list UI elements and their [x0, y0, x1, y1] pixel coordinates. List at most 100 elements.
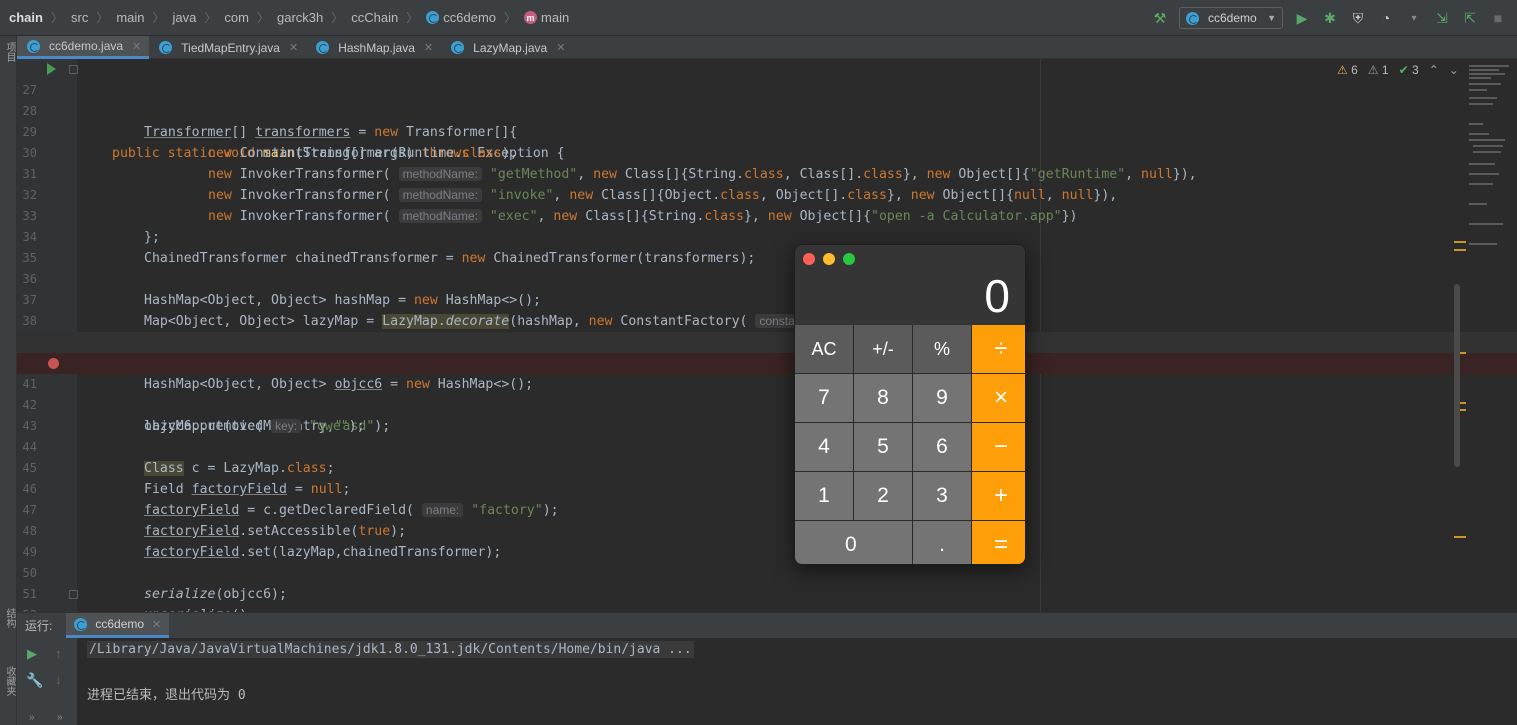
key-divide[interactable]: ÷ — [972, 325, 1025, 373]
code-line[interactable]: 35 — [17, 227, 1517, 265]
breadcrumb-java[interactable]: java — [173, 10, 197, 25]
tab-cc6demo[interactable]: cc6demo.java ✕ — [17, 36, 150, 59]
stop-icon[interactable]: ■ — [1489, 9, 1507, 27]
code-line[interactable]: 27 public static void main(String[] args… — [17, 59, 1517, 161]
close-icon[interactable]: ✕ — [556, 41, 565, 54]
breadcrumb-src[interactable]: src — [71, 10, 88, 25]
zoom-window-button[interactable] — [843, 253, 855, 265]
wrench-icon[interactable]: 🔧 — [26, 672, 43, 689]
key-multiply[interactable]: × — [972, 374, 1025, 422]
attach-debugger-icon[interactable]: ⇲ — [1433, 9, 1451, 27]
breakpoint-icon[interactable] — [48, 358, 59, 369]
key-7[interactable]: 7 — [795, 374, 853, 422]
tab-hashmap[interactable]: HashMap.java ✕ — [306, 36, 441, 59]
warning-stripe-marker[interactable] — [1454, 536, 1466, 538]
build-hammer-icon[interactable]: ⚒ — [1151, 9, 1169, 27]
key-clear[interactable]: AC — [795, 325, 853, 373]
fold-icon[interactable] — [69, 65, 78, 74]
editor-scrollbar[interactable] — [1454, 284, 1460, 467]
close-icon[interactable]: ✕ — [289, 41, 298, 54]
run-command-line[interactable]: /Library/Java/JavaVirtualMachines/jdk1.8… — [87, 641, 694, 658]
code-line[interactable]: 42 lazyMap.remove( key: "qwe"); — [17, 374, 1517, 434]
minimize-window-button[interactable] — [823, 253, 835, 265]
profile-icon[interactable]: ◔ — [1377, 9, 1395, 27]
code-line[interactable]: 29 new ConstantTransformer(Runtime.class… — [17, 101, 1517, 161]
code-line[interactable]: 33 }; — [17, 185, 1517, 245]
tab-tiedmapentry[interactable]: TiedMapEntry.java ✕ — [149, 36, 306, 59]
key-8[interactable]: 8 — [854, 374, 912, 422]
close-icon[interactable]: ✕ — [424, 41, 433, 54]
more-run-options-icon[interactable]: ▾ — [1405, 9, 1423, 27]
key-negate[interactable]: +/- — [854, 325, 912, 373]
code-line[interactable]: 49 — [17, 521, 1517, 559]
warnings-count[interactable]: ⚠ 6 — [1337, 63, 1358, 77]
key-1[interactable]: 1 — [795, 472, 853, 520]
close-window-button[interactable] — [803, 253, 815, 265]
code-minimap[interactable] — [1465, 63, 1517, 323]
key-0[interactable]: 0 — [795, 521, 912, 564]
key-4[interactable]: 4 — [795, 423, 853, 471]
code-line[interactable]: 36 HashMap<Object, Object> hashMap = new… — [17, 248, 1517, 308]
code-line[interactable]: 34 ChainedTransformer chainedTransformer… — [17, 206, 1517, 266]
scroll-down-icon[interactable]: ↓ — [55, 672, 62, 687]
key-5[interactable]: 5 — [854, 423, 912, 471]
project-tool-window-label[interactable]: 项目 — [2, 42, 17, 62]
update-app-icon[interactable]: ⇱ — [1461, 9, 1479, 27]
code-line[interactable]: 43 — [17, 395, 1517, 433]
fold-icon[interactable] — [69, 590, 78, 599]
chevron-up-icon[interactable]: ⌃ — [1429, 63, 1439, 77]
more-icon[interactable]: » — [57, 712, 63, 723]
calculator-window[interactable]: 0 AC +/- % ÷ 7 8 9 × 4 5 6 − 1 2 3 + 0 .… — [794, 244, 1026, 565]
close-icon[interactable]: ✕ — [152, 618, 161, 631]
run-gutter-icon[interactable] — [47, 63, 56, 75]
run-icon[interactable]: ▶ — [1293, 9, 1311, 27]
breadcrumb-class[interactable]: cc6demo — [426, 10, 496, 25]
key-add[interactable]: + — [972, 472, 1025, 520]
run-configuration-select[interactable]: cc6demo ▼ — [1179, 7, 1283, 29]
key-3[interactable]: 3 — [913, 472, 971, 520]
breadcrumb-main[interactable]: main — [116, 10, 144, 25]
code-line-current[interactable]: 40 HashMap<Object, Object> objcc6 = new … — [17, 332, 1517, 392]
weak-warnings-count[interactable]: ⚠ 1 — [1368, 63, 1389, 77]
code-line-breakpoint[interactable]: 41 objcc6.put(tiedMapEntry,"asd"); — [17, 353, 1517, 434]
code-line[interactable]: 48 factoryField.set(lazyMap,chainedTrans… — [17, 500, 1517, 560]
code-line[interactable]: 28 Transformer[] transformers = new Tran… — [17, 80, 1517, 140]
warning-stripe-marker[interactable] — [1454, 241, 1466, 243]
favorites-tool-window-label[interactable]: 收藏夹 — [2, 666, 17, 696]
code-line[interactable]: 32 new InvokerTransformer( methodName: "… — [17, 164, 1517, 224]
breadcrumb-garck3h[interactable]: garck3h — [277, 10, 323, 25]
more-icon[interactable]: » — [29, 712, 35, 723]
code-line[interactable]: 30 new InvokerTransformer( methodName: "… — [17, 122, 1517, 182]
structure-tool-window-label[interactable]: 结构 — [2, 608, 17, 628]
inspection-widget[interactable]: ⚠ 6 ⚠ 1 ✔ 3 ⌃ ⌄ — [1337, 63, 1459, 77]
code-line[interactable]: 46 factoryField = c.getDeclaredField( na… — [17, 458, 1517, 518]
code-line[interactable]: 51 unserialize(); — [17, 563, 1517, 612]
breadcrumb-method[interactable]: m main — [524, 10, 569, 25]
key-percent[interactable]: % — [913, 325, 971, 373]
code-line[interactable]: 47 factoryField.setAccessible(true); — [17, 479, 1517, 539]
warning-stripe-marker[interactable] — [1454, 249, 1466, 251]
breadcrumb-ccchain[interactable]: ccChain — [351, 10, 398, 25]
coverage-icon[interactable]: ⛨ — [1349, 9, 1367, 27]
code-line[interactable]: 44 Class c = LazyMap.class; — [17, 416, 1517, 476]
chevron-down-icon[interactable]: ⌄ — [1449, 63, 1459, 77]
code-line[interactable]: 38 — [17, 290, 1517, 328]
code-line[interactable]: 31 new InvokerTransformer( methodName: "… — [17, 143, 1517, 203]
key-decimal[interactable]: . — [913, 521, 971, 564]
key-9[interactable]: 9 — [913, 374, 971, 422]
code-editor[interactable]: 27 public static void main(String[] args… — [17, 59, 1517, 612]
tab-lazymap[interactable]: LazyMap.java ✕ — [441, 36, 573, 59]
code-line[interactable]: 50 serialize(objcc6); — [17, 542, 1517, 602]
ok-count[interactable]: ✔ 3 — [1399, 63, 1419, 77]
key-6[interactable]: 6 — [913, 423, 971, 471]
code-line[interactable]: 52 } — [17, 584, 1517, 612]
rerun-icon[interactable]: ▶ — [27, 646, 37, 662]
scroll-up-icon[interactable]: ↑ — [55, 646, 62, 661]
key-subtract[interactable]: − — [972, 423, 1025, 471]
key-equals[interactable]: = — [972, 521, 1025, 564]
breadcrumb-com[interactable]: com — [224, 10, 249, 25]
close-icon[interactable]: ✕ — [132, 40, 141, 53]
debug-icon[interactable]: ✱ — [1321, 9, 1339, 27]
run-tab-cc6demo[interactable]: cc6demo ✕ — [66, 613, 170, 638]
code-line[interactable]: 45 Field factoryField = null; — [17, 437, 1517, 497]
